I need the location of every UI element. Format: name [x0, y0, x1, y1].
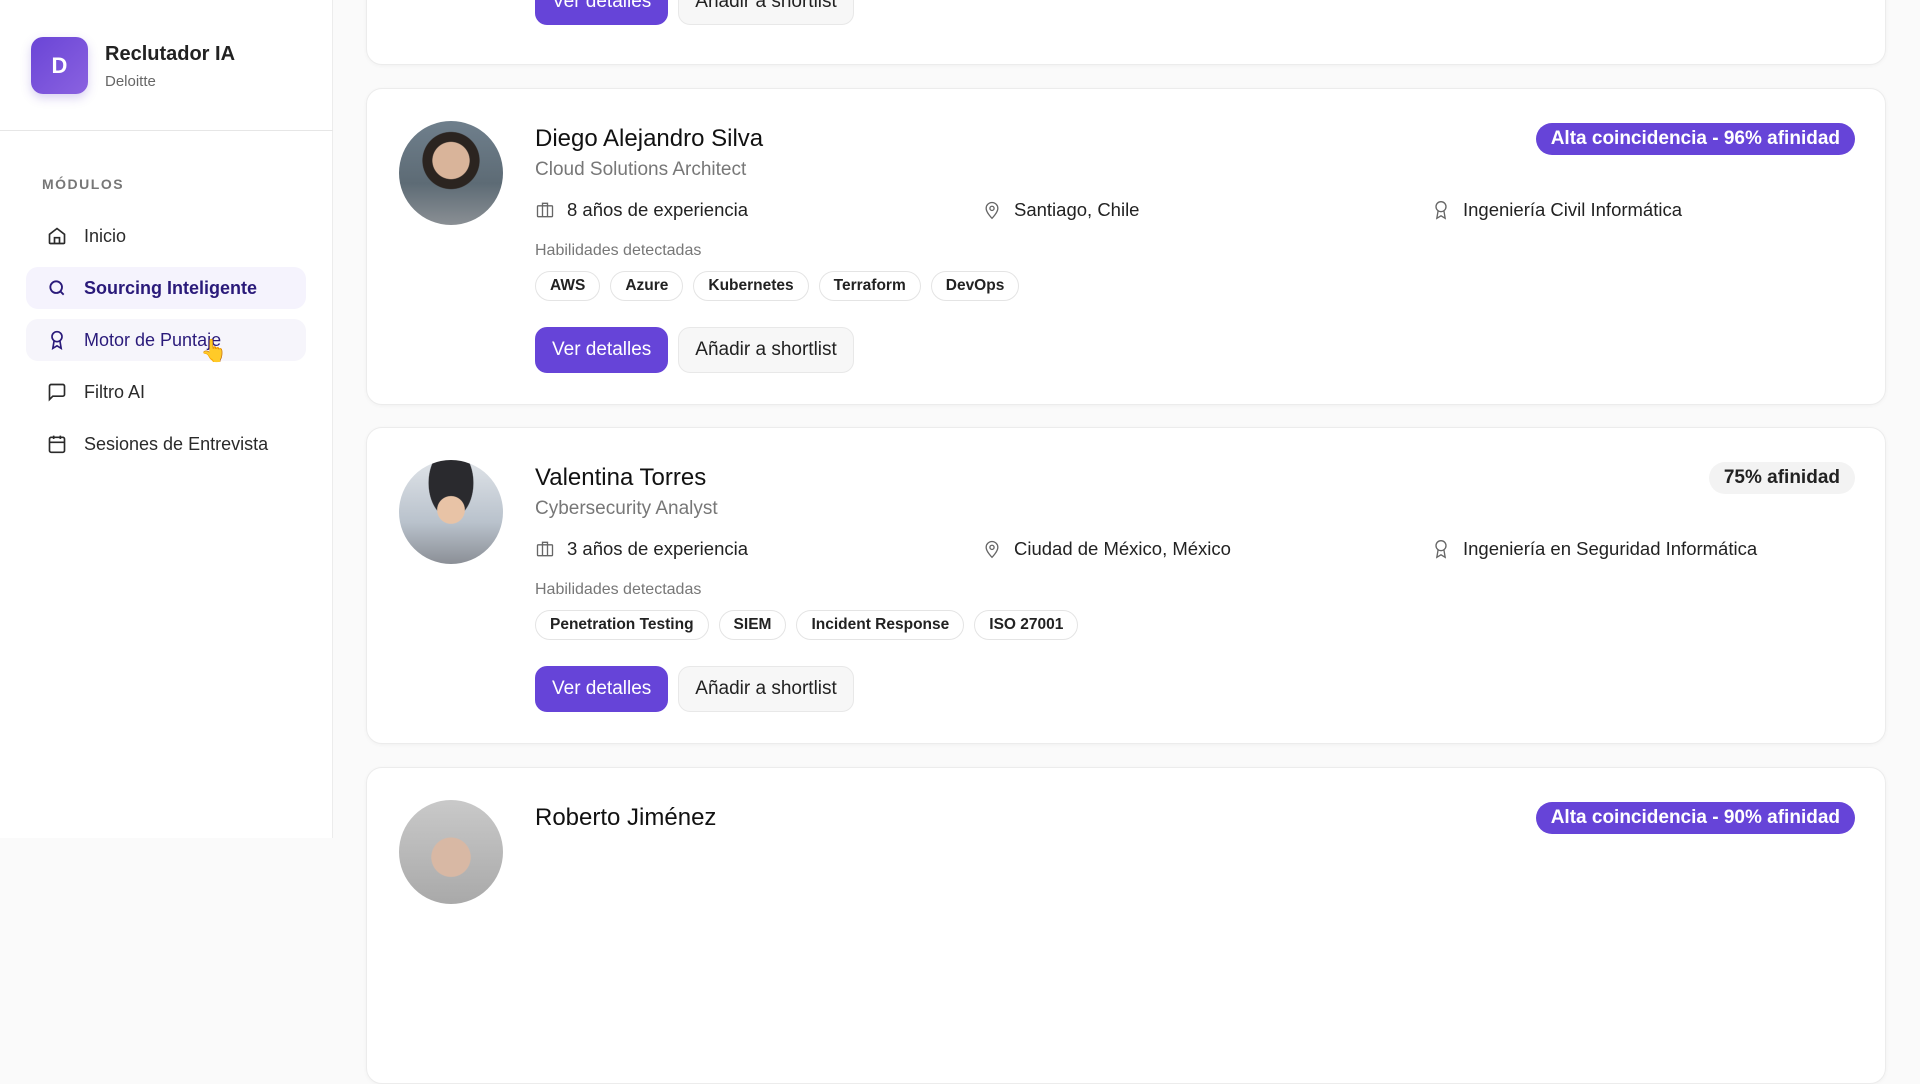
- calendar-icon: [48, 435, 66, 454]
- briefcase-icon: [536, 202, 554, 218]
- section-label: MÓDULOS: [42, 176, 125, 192]
- location: Santiago, Chile: [982, 199, 1139, 221]
- briefcase-icon: [536, 541, 554, 557]
- education: Ingeniería Civil Informática: [1431, 199, 1682, 221]
- view-details-button[interactable]: Ver detalles: [535, 666, 669, 712]
- skill-chip: Kubernetes: [693, 271, 809, 301]
- candidate-card: Ver detalles Añadir a shortlist: [366, 0, 1886, 65]
- award-icon: [1435, 540, 1447, 559]
- sidebar-item-motor-puntaje[interactable]: Motor de Puntaje: [26, 319, 306, 361]
- divider: [0, 130, 333, 131]
- card-actions: Ver detalles Añadir a shortlist: [535, 666, 854, 712]
- candidate-role: Cloud Solutions Architect: [535, 159, 747, 180]
- skill-chip: Penetration Testing: [535, 610, 709, 640]
- location: Ciudad de México, México: [982, 538, 1231, 560]
- skills-label: Habilidades detectadas: [535, 242, 702, 259]
- brand-subtitle: Deloitte: [105, 73, 156, 90]
- search-icon: [49, 280, 65, 296]
- skill-chip: ISO 27001: [974, 610, 1079, 640]
- sidebar-item-inicio[interactable]: Inicio: [26, 215, 306, 257]
- experience: 3 años de experiencia: [535, 538, 748, 560]
- education: Ingeniería en Seguridad Informática: [1431, 538, 1757, 560]
- skill-chip: Incident Response: [796, 610, 965, 640]
- sidebar-item-label: Filtro AI: [84, 381, 146, 402]
- brand-title: Reclutador IA: [105, 43, 236, 65]
- brand-logo: D: [31, 37, 88, 94]
- candidate-name[interactable]: Valentina Torres: [535, 464, 706, 492]
- view-details-button[interactable]: Ver detalles: [535, 0, 669, 25]
- hand-cursor-icon: 👆: [200, 338, 228, 363]
- skill-chip: AWS: [535, 271, 601, 301]
- skills-list: AWS Azure Kubernetes Terraform DevOps: [535, 271, 1020, 301]
- award-icon: [1435, 201, 1447, 220]
- home-icon: [48, 227, 66, 245]
- candidate-card: Roberto Jiménez Alta coincidencia - 90% …: [366, 767, 1886, 1084]
- sidebar-item-filtro-ai[interactable]: Filtro AI: [26, 371, 306, 413]
- avatar: [399, 460, 503, 564]
- candidate-name[interactable]: Diego Alejandro Silva: [535, 125, 763, 153]
- map-pin-icon: [985, 540, 999, 559]
- add-shortlist-button[interactable]: Añadir a shortlist: [678, 327, 854, 373]
- sidebar-item-sesiones[interactable]: Sesiones de Entrevista: [26, 423, 306, 465]
- sidebar: D Reclutador IA Deloitte MÓDULOS Inicio …: [0, 0, 333, 838]
- add-shortlist-button[interactable]: Añadir a shortlist: [678, 0, 854, 25]
- card-actions: Ver detalles Añadir a shortlist: [535, 0, 854, 25]
- map-pin-icon: [985, 201, 999, 220]
- match-badge: 75% afinidad: [1708, 462, 1855, 494]
- sidebar-item-sourcing[interactable]: Sourcing Inteligente: [26, 267, 306, 309]
- skill-chip: Azure: [610, 271, 684, 301]
- skill-chip: SIEM: [718, 610, 787, 640]
- candidate-card: Diego Alejandro Silva Cloud Solutions Ar…: [366, 88, 1886, 405]
- avatar: [399, 800, 503, 904]
- add-shortlist-button[interactable]: Añadir a shortlist: [678, 666, 854, 712]
- award-icon: [51, 330, 63, 350]
- card-actions: Ver detalles Añadir a shortlist: [535, 327, 854, 373]
- candidate-card: Valentina Torres Cybersecurity Analyst 3…: [366, 427, 1886, 744]
- sidebar-item-label: Sourcing Inteligente: [84, 277, 258, 298]
- message-icon: [48, 383, 66, 402]
- experience: 8 años de experiencia: [535, 199, 748, 221]
- candidate-role: Cybersecurity Analyst: [535, 498, 718, 519]
- sidebar-item-label: Sesiones de Entrevista: [84, 433, 269, 454]
- skills-list: Penetration Testing SIEM Incident Respon…: [535, 610, 1079, 640]
- match-badge: Alta coincidencia - 90% afinidad: [1535, 802, 1855, 834]
- skill-chip: Terraform: [818, 271, 921, 301]
- view-details-button[interactable]: Ver detalles: [535, 327, 669, 373]
- avatar: [399, 121, 503, 225]
- skill-chip: DevOps: [930, 271, 1020, 301]
- skills-label: Habilidades detectadas: [535, 581, 702, 598]
- match-badge: Alta coincidencia - 96% afinidad: [1535, 123, 1855, 155]
- candidate-name[interactable]: Roberto Jiménez: [535, 804, 716, 832]
- sidebar-item-label: Inicio: [84, 225, 127, 246]
